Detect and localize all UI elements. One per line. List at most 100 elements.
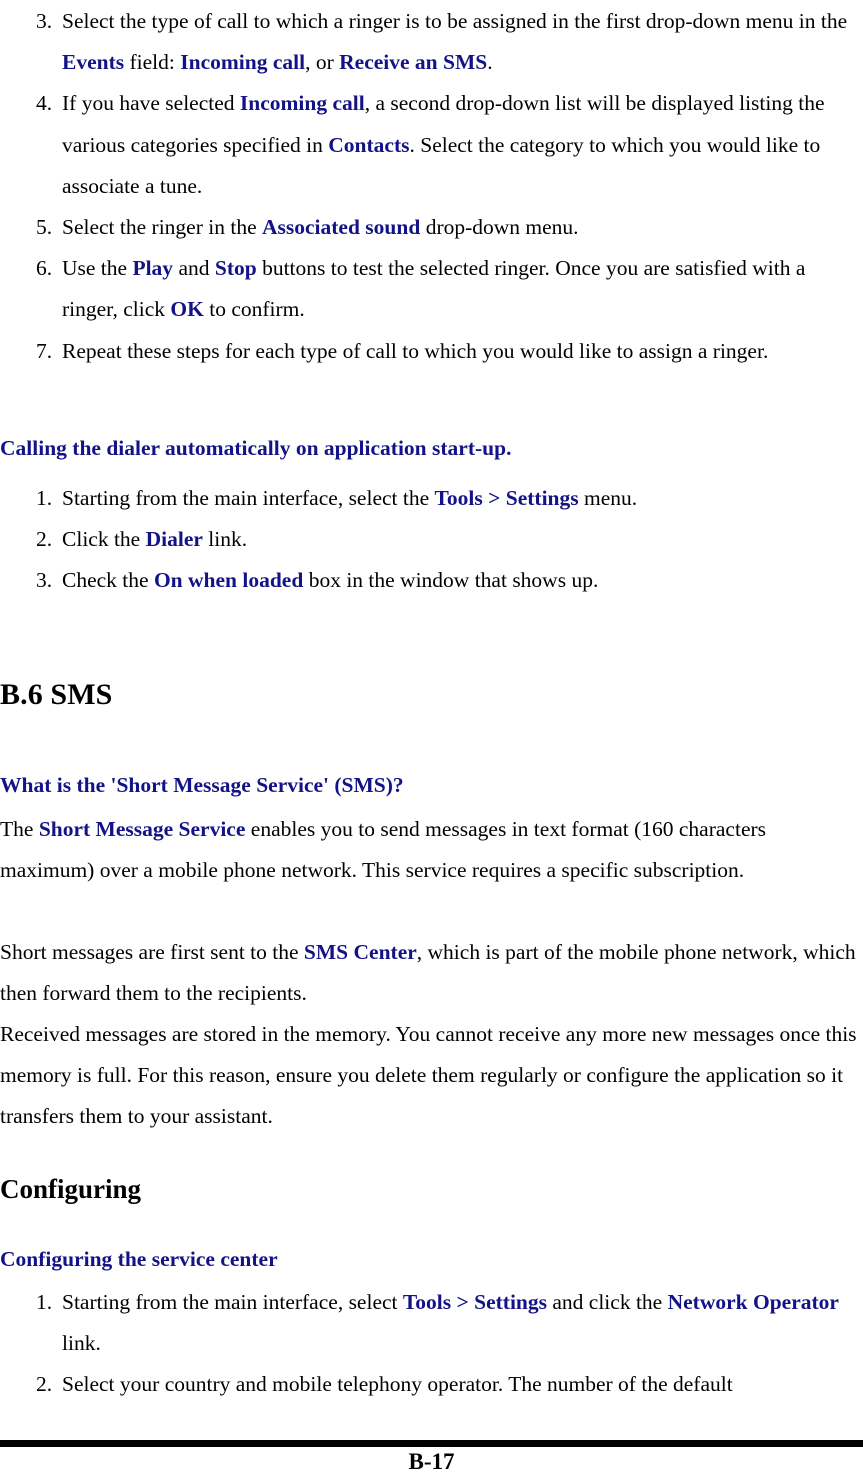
text-run: Starting from the main interface, select… [62, 486, 435, 510]
emphasis-term: Receive an SMS [339, 50, 488, 75]
footer-divider [0, 1440, 863, 1447]
emphasis-term: Short Message Service [38, 817, 246, 841]
emphasis-term: Incoming call [239, 91, 365, 116]
list-item-text: Check the On when loaded box in the wind… [62, 560, 863, 601]
sms-paragraph-3: Received messages are stored in the memo… [0, 1014, 863, 1138]
text-run: Repeat these steps for each type of call… [62, 338, 769, 363]
configuring-subheading-text: Configuring the service center [0, 1247, 278, 1271]
configuring-subheading: Configuring the service center [0, 1243, 863, 1275]
list-item-text: Starting from the main interface, select… [62, 478, 863, 519]
emphasis-term: Network Operator [667, 1290, 839, 1314]
list-item: 1. Starting from the main interface, sele… [0, 1282, 863, 1364]
sms-question-heading: What is the 'Short Message Service' (SMS… [0, 769, 863, 801]
list-item-text: Starting from the main interface, select… [62, 1282, 863, 1364]
emphasis-term: Play [132, 256, 174, 281]
emphasis-term: Tools [434, 486, 483, 510]
list-item: 6. Use the Play and Stop buttons to test … [0, 248, 863, 330]
text-run: Select the ringer in the [62, 215, 262, 240]
emphasis-term: > [451, 1290, 475, 1314]
sms-paragraph-1-text: The Short Message Service enables you to… [0, 809, 863, 891]
text-run: link. [62, 1331, 101, 1356]
configuring-heading: Configuring [0, 1172, 863, 1206]
emphasis-term: Calling the dialer automatically on appl… [0, 436, 507, 460]
text-run: Use the [62, 256, 133, 281]
list-item-text: Select the ringer in the Associated soun… [62, 207, 863, 248]
text-run: . [487, 50, 493, 75]
list-item: 5. Select the ringer in the Associated so… [0, 207, 863, 248]
text-run: Check the [62, 568, 154, 593]
text-run: to confirm. [203, 297, 305, 322]
list-item-number: 2. [36, 1372, 53, 1397]
list-item-number: 6. [36, 256, 53, 281]
list-item-number: 3. [36, 9, 53, 33]
configuring-steps-list: 1. Starting from the main interface, sele… [0, 1282, 863, 1406]
list-item: 3. Check the On when loaded box in the wi… [0, 560, 863, 601]
dialer-steps-list: 1. Starting from the main interface, sele… [0, 478, 863, 602]
dialer-steps-section: 1. Starting from the main interface, sele… [0, 478, 863, 602]
text-run: box in the window that shows up. [303, 568, 599, 593]
footer-page-number: B-17 [408, 1449, 455, 1474]
text-run: Received messages are stored in the memo… [0, 1022, 857, 1129]
sms-paragraph-3-text: Received messages are stored in the memo… [0, 1014, 863, 1138]
emphasis-term: Events [62, 50, 125, 75]
text-run: Select your country and mobile telephony… [62, 1372, 733, 1397]
ringer-steps-list: 3. Select the type of call to which a rin… [0, 1, 863, 372]
list-item-number: 2. [36, 527, 53, 552]
text-run: If you have selected [62, 91, 240, 116]
text-run: Click the [62, 527, 146, 552]
list-item-number: 7. [36, 338, 53, 363]
emphasis-term: Stop [214, 256, 257, 281]
list-item-number: 5. [36, 215, 53, 240]
emphasis-term: Dialer [145, 527, 203, 552]
text-run: Starting from the main interface, select [62, 1290, 403, 1314]
list-item-number: 4. [36, 91, 53, 116]
list-item-text: Select the type of call to which a ringe… [62, 1, 863, 83]
configuring-steps-section: 1. Starting from the main interface, sele… [0, 1282, 863, 1406]
emphasis-term: Incoming call [180, 50, 306, 75]
text-run: and [173, 256, 215, 281]
text-run: and click the [547, 1290, 668, 1314]
dialer-autostart-heading: Calling the dialer automatically on appl… [0, 432, 863, 464]
list-item: 7. Repeat these steps for each type of ca… [0, 331, 863, 372]
list-item-text: Click the Dialer link. [62, 519, 863, 560]
emphasis-term: Settings [474, 1290, 547, 1314]
sms-section-heading-text: B.6 SMS [0, 678, 113, 711]
sms-paragraph-1: The Short Message Service enables you to… [0, 809, 863, 891]
emphasis-term: OK [170, 297, 204, 322]
sms-question-heading-text: What is the 'Short Message Service' (SMS… [0, 773, 404, 797]
list-item: 3. Select the type of call to which a rin… [0, 1, 863, 83]
list-item-number: 1. [36, 486, 53, 510]
emphasis-term: On when loaded [153, 568, 304, 593]
list-item-number: 1. [36, 1290, 53, 1314]
emphasis-term: Tools [402, 1290, 452, 1314]
emphasis-term: SMS Center [303, 940, 417, 964]
list-item-text: Select your country and mobile telephony… [62, 1364, 863, 1405]
emphasis-term: Associated sound [262, 215, 421, 240]
text-run: field: [124, 50, 181, 75]
sms-paragraph-2: Short messages are first sent to the SMS… [0, 932, 863, 1014]
text-run: Select the type of call to which a ringe… [62, 9, 848, 33]
list-item: 4. If you have selected Incoming call, a … [0, 83, 863, 207]
document-page: 3. Select the type of call to which a rin… [0, 0, 863, 1476]
list-item-number: 3. [36, 568, 53, 593]
emphasis-term: Contacts [328, 132, 410, 157]
list-item: 2. Click the Dialer link. [0, 519, 863, 560]
sms-paragraph-2-text: Short messages are first sent to the SMS… [0, 932, 863, 1014]
text-run: link. [202, 527, 248, 552]
list-item: 1. Starting from the main interface, sele… [0, 478, 863, 519]
emphasis-term: > [482, 486, 506, 510]
emphasis-term: Settings [505, 486, 579, 510]
text-run: menu. [578, 486, 638, 510]
list-item-text: Use the Play and Stop buttons to test th… [62, 248, 863, 330]
text-run: drop-down menu. [420, 215, 579, 240]
text-run: Short messages are first sent to the [0, 940, 304, 964]
sms-section-heading: B.6 SMS [0, 676, 863, 714]
list-item-text: Repeat these steps for each type of call… [62, 331, 863, 372]
dialer-autostart-heading-text: Calling the dialer automatically on appl… [0, 432, 863, 464]
emphasis-term-black: . [506, 436, 512, 460]
list-item-text: If you have selected Incoming call, a se… [62, 83, 863, 207]
text-run: , or [305, 50, 340, 75]
text-run: The [0, 817, 39, 841]
configuring-heading-text: Configuring [0, 1174, 142, 1204]
ringer-steps-section: 3. Select the type of call to which a rin… [0, 1, 863, 372]
